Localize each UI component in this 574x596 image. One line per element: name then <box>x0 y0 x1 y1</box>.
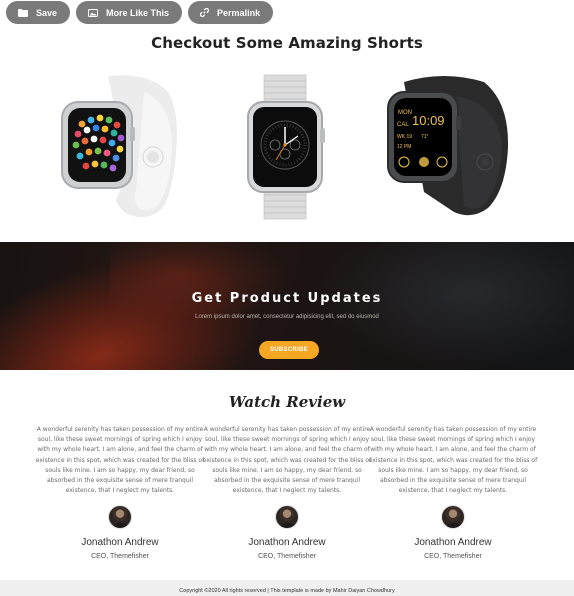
avatar <box>275 505 299 530</box>
review-card: A wonderful serenity has taken possessio… <box>34 425 206 560</box>
reviewer-name: Jonathon Andrew <box>248 537 326 549</box>
save-button[interactable]: Save <box>6 1 71 24</box>
permalink-label: Permalink <box>217 7 261 18</box>
reviewer-role: CEO, Themefisher <box>424 553 482 561</box>
product-watch-black[interactable]: MON CAL 10:09 WK 19 71° 12 PM <box>384 72 514 227</box>
more-like-this-label: More Like This <box>106 7 170 18</box>
review-text: A wonderful serenity has taken possessio… <box>202 426 372 495</box>
banner-background-glow <box>110 242 290 322</box>
svg-text:12 PM: 12 PM <box>397 144 411 150</box>
product-watch-white[interactable] <box>58 72 188 227</box>
more-like-this-button[interactable]: More Like This <box>76 1 183 24</box>
avatar <box>108 505 132 530</box>
folder-icon <box>18 8 28 17</box>
svg-text:MON: MON <box>398 110 412 116</box>
reviewer-name: Jonathon Andrew <box>414 537 492 549</box>
avatar <box>441 505 465 530</box>
review-text: A wonderful serenity has taken possessio… <box>368 426 538 495</box>
save-button-label: Save <box>36 7 58 18</box>
newsletter-title: Get Product Updates <box>191 291 383 306</box>
product-watch-steel[interactable] <box>240 72 330 227</box>
svg-text:WK 19: WK 19 <box>397 134 412 140</box>
review-card: A wonderful serenity has taken possessio… <box>201 425 373 560</box>
svg-text:71°: 71° <box>421 134 429 140</box>
reviewer-name: Jonathon Andrew <box>81 537 159 549</box>
footer-copyright: Copyright ©2020 All rights reserved | Th… <box>0 580 574 596</box>
reviewer-role: CEO, Themefisher <box>91 553 149 561</box>
image-icon <box>88 8 99 17</box>
shorts-section-title: Checkout Some Amazing Shorts <box>151 34 423 52</box>
reviewer-role: CEO, Themefisher <box>258 553 316 561</box>
review-text: A wonderful serenity has taken possessio… <box>35 426 205 495</box>
newsletter-banner: Get Product Updates Lorem ipsum dolor am… <box>0 242 574 370</box>
review-card: A wonderful serenity has taken possessio… <box>367 425 539 560</box>
action-toolbar: Save More Like This Permalink <box>6 1 274 24</box>
reviews-section-title: Watch Review <box>228 393 346 411</box>
svg-text:CAL: CAL <box>397 122 409 128</box>
link-icon <box>200 8 210 17</box>
subscribe-button[interactable]: SUBSCRIBE <box>259 341 319 359</box>
watch-time-display: 10:09 <box>412 113 445 128</box>
permalink-button[interactable]: Permalink <box>188 1 274 24</box>
newsletter-subtitle: Lorem ipsum dolor amet, consectetur adip… <box>195 314 379 320</box>
banner-background-shadow <box>314 242 574 370</box>
